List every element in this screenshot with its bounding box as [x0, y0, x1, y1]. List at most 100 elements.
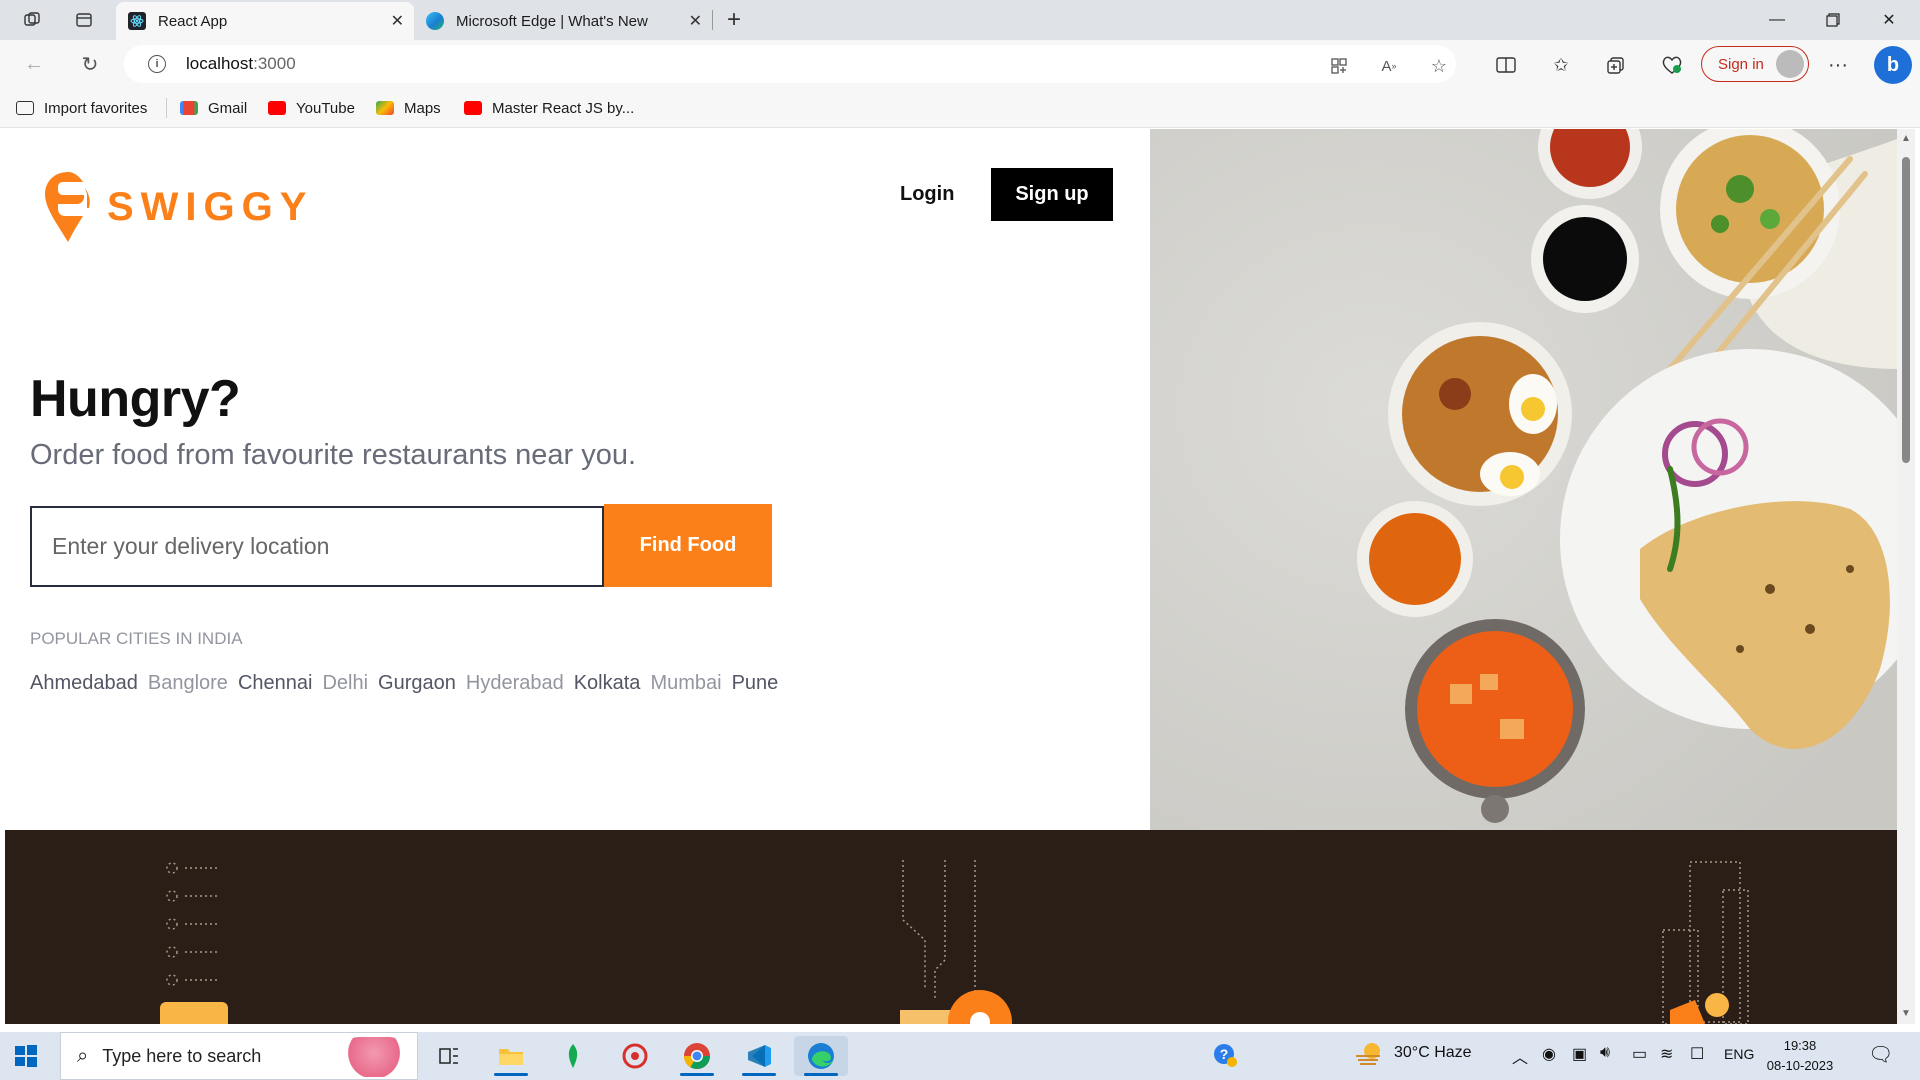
feature-illustration-band — [5, 830, 1897, 1024]
hero-food-image — [1150, 129, 1897, 830]
minimize-icon[interactable]: — — [1750, 4, 1804, 36]
collections-icon[interactable] — [1604, 53, 1628, 77]
restore-icon[interactable] — [1806, 4, 1860, 36]
meet-now-icon[interactable]: ▣ — [1572, 1044, 1587, 1064]
youtube-icon — [268, 101, 286, 115]
tab-edge-whats-new[interactable]: Microsoft Edge | What's New ✕ — [414, 2, 712, 40]
swiggy-logo[interactable]: SWIGGY — [43, 167, 313, 247]
edge-taskbar-icon[interactable] — [794, 1036, 848, 1076]
hero-subheadline: Order food from favourite restaurants ne… — [30, 439, 637, 471]
favorite-gmail[interactable]: Gmail — [180, 98, 247, 118]
city-link[interactable]: Mumbai — [650, 672, 721, 695]
vscode-icon[interactable] — [732, 1036, 786, 1076]
popular-cities-title: POPULAR CITIES IN INDIA — [30, 629, 243, 648]
battery-icon[interactable]: ▭ — [1632, 1044, 1647, 1064]
apps-icon[interactable] — [1328, 55, 1350, 77]
browser-toolbar: ← ↻ i localhost:3000 A» ☆ ✩ Sign in ··· … — [0, 40, 1920, 88]
youtube-icon — [464, 101, 482, 115]
city-link[interactable]: Gurgaon — [378, 672, 456, 695]
delivery-location-input[interactable] — [30, 506, 604, 587]
scrollbar-thumb[interactable] — [1902, 157, 1910, 463]
site-info-icon[interactable]: i — [148, 55, 166, 73]
page-scrollbar[interactable]: ▲ ▼ — [1897, 129, 1915, 1024]
browser-tab-bar: React App ✕ Microsoft Edge | What's New … — [0, 0, 1920, 40]
search-highlight-octopus-icon — [339, 1037, 409, 1077]
gmail-icon — [180, 101, 198, 115]
scroll-up-icon[interactable]: ▲ — [1901, 133, 1911, 144]
swiggy-logo-icon — [45, 172, 90, 242]
refresh-icon[interactable]: ↻ — [76, 50, 104, 78]
task-view-icon[interactable] — [422, 1036, 476, 1076]
chrome-icon[interactable] — [670, 1036, 724, 1076]
address-bar[interactable]: i localhost:3000 A» ☆ — [124, 45, 1456, 83]
split-screen-icon[interactable] — [1494, 53, 1518, 77]
city-link[interactable]: Kolkata — [574, 672, 641, 695]
tab-title: React App — [158, 12, 228, 30]
url-text[interactable]: localhost:3000 — [186, 54, 296, 74]
login-link[interactable]: Login — [900, 183, 954, 206]
favorite-master-react[interactable]: Master React JS by... — [464, 98, 634, 118]
tab-actions-icon[interactable] — [72, 8, 96, 32]
react-logo-icon — [128, 12, 146, 30]
svg-text:?: ? — [1220, 1046, 1229, 1062]
weather-haze-icon[interactable] — [1354, 1040, 1384, 1073]
show-hidden-icons-icon[interactable]: ︿ — [1512, 1044, 1528, 1068]
browser-essentials-icon[interactable] — [1660, 53, 1684, 77]
city-link[interactable]: Delhi — [322, 672, 368, 695]
read-aloud-icon[interactable]: A» — [1378, 55, 1400, 77]
windows-taskbar: ⌕ Type here to search ? 30°C Haze ︿ ◉ ▣ … — [0, 1032, 1920, 1080]
sign-in-button[interactable]: Sign in — [1701, 46, 1809, 82]
language-indicator[interactable]: ENG — [1724, 1046, 1754, 1062]
find-food-button[interactable]: Find Food — [604, 504, 772, 587]
record-icon[interactable]: ◉ — [1542, 1044, 1556, 1064]
search-icon: ⌕ — [77, 1044, 89, 1067]
city-link[interactable]: Chennai — [238, 672, 313, 695]
city-link[interactable]: Banglore — [148, 672, 228, 695]
hero-headline: Hungry? — [30, 370, 241, 428]
edge-logo-icon — [426, 12, 444, 30]
favorite-import[interactable]: Import favorites — [16, 98, 147, 118]
close-window-icon[interactable]: ✕ — [1862, 4, 1916, 36]
notification-status-icon[interactable]: ☐ — [1690, 1044, 1704, 1064]
clock-date: 08-10-2023 — [1766, 1058, 1834, 1073]
taskbar-clock[interactable]: 19:38 08-10-2023 — [1760, 1036, 1840, 1076]
bing-copilot-icon[interactable]: b — [1874, 46, 1912, 84]
mongodb-compass-icon[interactable] — [546, 1036, 600, 1076]
taskbar-search-box[interactable]: ⌕ Type here to search — [60, 1032, 418, 1080]
back-icon[interactable]: ← — [20, 50, 48, 78]
city-link[interactable]: Ahmedabad — [30, 672, 138, 695]
workspaces-icon[interactable] — [20, 8, 44, 32]
signup-button[interactable]: Sign up — [991, 168, 1113, 221]
import-icon — [16, 101, 34, 115]
scroll-down-icon[interactable]: ▼ — [1901, 1008, 1911, 1019]
wifi-icon[interactable]: ≋ — [1660, 1044, 1673, 1064]
popular-cities-list: Ahmedabad Banglore Chennai Delhi Gurgaon… — [30, 672, 788, 695]
favorites-divider — [166, 98, 167, 118]
favorite-youtube[interactable]: YouTube — [268, 98, 355, 118]
favorites-bar: Import favorites Gmail YouTube Maps Mast… — [0, 88, 1920, 128]
avatar — [1776, 50, 1804, 78]
brand-wordmark: SWIGGY — [107, 184, 314, 229]
more-options-icon[interactable]: ··· — [1826, 53, 1850, 77]
tab-divider — [712, 10, 713, 30]
action-center-icon[interactable]: 🗨︎ — [1868, 1042, 1893, 1067]
close-tab-icon[interactable]: ✕ — [689, 11, 702, 31]
windows-start-icon[interactable] — [14, 1044, 38, 1068]
weather-text[interactable]: 30°C Haze — [1394, 1044, 1472, 1062]
close-tab-icon[interactable]: ✕ — [391, 11, 404, 31]
favorites-icon[interactable]: ✩ — [1549, 53, 1573, 77]
volume-icon[interactable]: 🔊︎ — [1600, 1044, 1610, 1062]
tab-title: Microsoft Edge | What's New — [456, 12, 648, 30]
city-link[interactable]: Hyderabad — [466, 672, 564, 695]
city-link[interactable]: Pune — [732, 672, 779, 695]
app-circle-icon[interactable] — [608, 1036, 662, 1076]
tab-react-app[interactable]: React App ✕ — [116, 2, 414, 40]
file-explorer-icon[interactable] — [484, 1036, 538, 1076]
maps-icon — [376, 101, 394, 115]
help-icon[interactable]: ? — [1212, 1042, 1238, 1073]
favorite-maps[interactable]: Maps — [376, 98, 441, 118]
new-tab-icon[interactable]: + — [722, 6, 746, 33]
clock-time: 19:38 — [1783, 1038, 1817, 1053]
favorite-star-icon[interactable]: ☆ — [1428, 55, 1450, 77]
page-viewport: SWIGGY Login Sign up Hungry? Order food … — [5, 129, 1897, 1024]
